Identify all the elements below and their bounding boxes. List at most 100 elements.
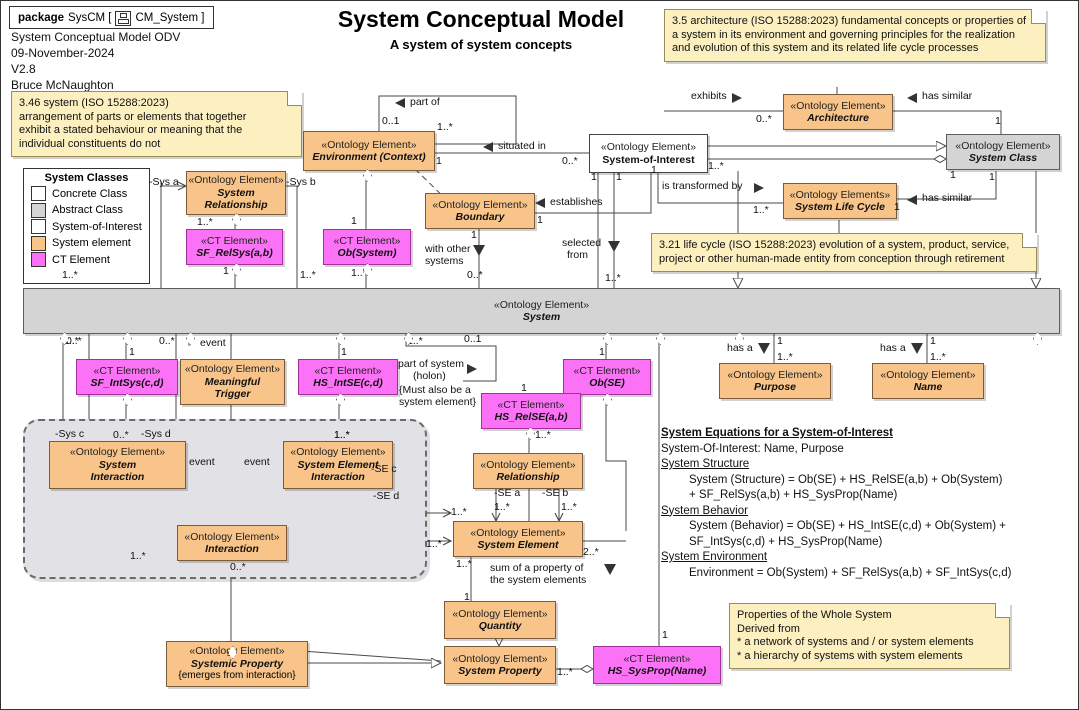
class-interaction[interactable]: «Ontology Element» Interaction [177,525,287,561]
note-line: project or other human-made entity from … [659,252,1005,265]
meta-line-model: System Conceptual Model ODV [11,30,181,44]
class-quantity[interactable]: «Ontology Element» Quantity [444,601,556,639]
class-system-interaction[interactable]: «Ontology Element» System Interaction [49,441,186,489]
class-system-class[interactable]: «Ontology Element» System Class [946,134,1060,170]
equations-environment-l1: Environment = Ob(System) + SF_RelSys(a,b… [689,566,1012,579]
cardinality: 0..* [113,429,129,441]
note-line: * a network of systems and / or system e… [737,636,974,648]
stereotype: «CT Element» [314,364,382,377]
equations-structure-l1: System (Structure) = Ob(SE) + HS_RelSE(a… [689,473,1003,486]
system-equations-block: System Equations for a System-of-Interes… [661,426,1061,581]
stereotype: «Ontology Element» [493,298,590,311]
class-relationship[interactable]: «Ontology Element» Relationship [473,453,583,489]
edge-label-selected-from-2: from [567,249,588,261]
class-system-property[interactable]: «Ontology Element» System Property [444,646,556,684]
equations-behavior-l2: SF_IntSys(c,d) + HS_SysProp(Name) [689,535,883,548]
class-sf-intsys[interactable]: «CT Element» SF_IntSys(c,d) [76,359,178,395]
stereotype: «CT Element» [201,234,268,247]
stereotype: «Ontology Element» [470,526,566,539]
package-icon [115,10,132,26]
class-name: Purpose [753,381,796,393]
cardinality: 0..* [756,113,772,125]
edge-label-sum-of-2: the system elements [490,574,587,586]
cardinality: 1..* [437,121,453,133]
stereotype: «Ontology Elements» [789,188,891,201]
class-name: System Life Cycle [795,201,885,213]
class-sf-relsys[interactable]: «CT Element» SF_RelSys(a,b) [186,229,283,265]
edge-label-has-similar-architecture: has similar [922,90,973,102]
note-line: a system in its environment and governin… [672,28,1016,41]
class-name-line2: Interaction [311,471,365,484]
class-boundary[interactable]: «Ontology Element» Boundary [425,193,535,229]
edge-label-with-other-2: systems [425,255,464,267]
cardinality: 1 [930,335,936,347]
class-system-element[interactable]: «Ontology Element» System Element [453,521,583,557]
legend-label: Abstract Class [52,204,123,216]
nav-arrow-icon [608,241,620,252]
class-name: Ob(SE) [589,377,625,389]
legend-swatch-abstract [31,202,46,218]
edge-label-event-3: event [244,456,270,468]
class-system-relationship[interactable]: «Ontology Element» System Relationship [186,171,286,215]
nav-arrow-icon [732,93,742,103]
legend-label: Concrete Class [52,187,128,200]
class-name: System Element [477,539,559,551]
class-architecture[interactable]: «Ontology Element» Architecture [783,94,893,130]
package-tab[interactable]: package SysCM [ CM_System ] [9,6,214,29]
cardinality: 1..* [130,550,146,562]
cardinality: 1..* [456,558,472,570]
equations-behavior-l1: System (Behavior) = Ob(SE) + HS_IntSE(c,… [689,520,1006,532]
class-systemic-property[interactable]: «Ontology Element» Systemic Property {em… [166,641,308,687]
nav-arrow-icon [604,564,616,575]
stereotype: «CT Element» [93,364,161,377]
class-ob-se[interactable]: «CT Element» Ob(SE) [563,359,651,395]
stereotype: «Ontology Element» [790,99,886,112]
cardinality: 1 [894,201,900,213]
cardinality: 1 [436,155,442,167]
note-line: 3.46 system (ISO 15288:2023) [19,97,169,109]
meta-line-date: 09-November-2024 [11,46,115,60]
class-meaningful-trigger[interactable]: «Ontology Element» Meaningful Trigger [180,359,285,405]
package-name: SysCM [ [68,12,112,24]
note-fold-icon [1022,233,1037,248]
class-name-element[interactable]: «Ontology Element» Name [872,363,984,399]
legend-item-abstract-class: Abstract Class [24,202,149,220]
cardinality: 1 [995,115,1001,127]
edge-label-se-c: -SE c [371,463,397,475]
legend-item-system-element: System element [24,235,149,253]
class-ob-system[interactable]: «CT Element» Ob(System) [323,229,411,265]
class-purpose[interactable]: «Ontology Element» Purpose [719,363,831,399]
cardinality: 0..* [159,335,175,347]
edge-label-has-a-purpose: has a [727,342,753,354]
note-line: Derived from [737,622,800,635]
edge-label-has-similar-lifecycle: has similar [922,192,973,204]
class-name: System Class [968,152,1038,164]
edge-label-sys-b: -Sys b [286,176,316,188]
stereotype: «Ontology Element» [452,652,548,665]
class-hs-intse[interactable]: «CT Element» HS_IntSE(c,d) [298,359,398,395]
stereotype: «Ontology Element» [480,458,576,471]
legend-swatch-concrete [31,186,46,201]
class-system-of-interest[interactable]: «Ontology Element» System-of-Interest [589,134,708,173]
class-environment-context[interactable]: «Ontology Element» Environment (Context) [303,131,435,171]
equations-soi-line: System-Of-Interest: Name, Purpose [661,442,844,455]
edge-label-event-2: event [189,456,215,468]
class-system[interactable]: «Ontology Element» System [23,288,1060,334]
class-hs-relse[interactable]: «CT Element» HS_RelSE(a,b) [481,393,581,429]
class-name: HS_SysProp(Name) [607,665,707,677]
legend-swatch-system-element [31,235,46,251]
cardinality: 1 [662,629,668,641]
class-system-life-cycle[interactable]: «Ontology Elements» System Life Cycle [783,183,897,219]
class-name: System [522,311,561,323]
edge-label-sys-c: -Sys c [55,428,85,440]
cardinality: 1..* [535,429,551,441]
class-hs-sysprop[interactable]: «CT Element» HS_SysProp(Name) [593,646,721,684]
cardinality: 0..* [66,335,82,347]
stereotype: «CT Element» [623,652,691,665]
note-whole-system-properties: Properties of the Whole System Derived f… [729,603,1010,669]
cardinality: 1 [591,171,597,183]
stereotype: «Ontology Element» [321,138,417,151]
stereotype: «Ontology Element» [189,645,285,658]
legend-item-concrete-class: Concrete Class [24,186,149,203]
class-name-line2: Interaction [90,471,145,484]
